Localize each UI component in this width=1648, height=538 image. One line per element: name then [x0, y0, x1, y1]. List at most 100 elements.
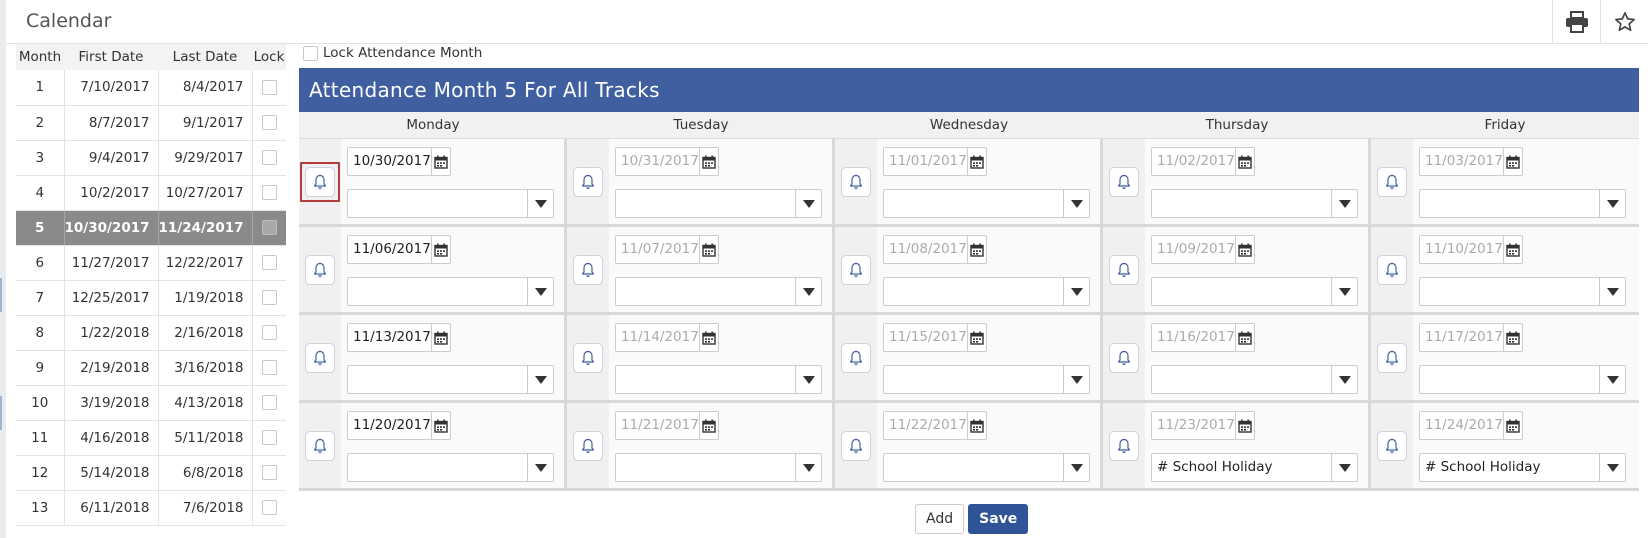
notify-button[interactable] [573, 254, 603, 285]
calendar-picker-button[interactable] [1502, 324, 1522, 351]
add-button[interactable]: Add [915, 504, 965, 534]
attendance-code-select[interactable] [1151, 365, 1358, 394]
notify-button[interactable] [841, 166, 871, 197]
date-field[interactable]: 11/02/2017 [1151, 147, 1255, 176]
month-row[interactable]: 1 7/10/2017 8/4/2017 [16, 70, 286, 106]
select-dropdown-button[interactable] [1063, 454, 1089, 481]
notify-button[interactable] [573, 430, 603, 461]
calendar-picker-button[interactable] [698, 324, 718, 351]
notify-button[interactable] [1109, 430, 1139, 461]
month-row[interactable]: 7 12/25/2017 1/19/2018 [16, 280, 286, 316]
attendance-code-select[interactable]: # School Holiday [1419, 453, 1626, 482]
date-field[interactable]: 11/22/2017 [883, 411, 987, 440]
print-button[interactable] [1552, 0, 1600, 44]
month-row[interactable]: 8 1/22/2018 2/16/2018 [16, 315, 286, 351]
date-field[interactable]: 11/10/2017 [1419, 235, 1523, 264]
calendar-picker-button[interactable] [698, 412, 718, 439]
notify-button[interactable] [1109, 166, 1139, 197]
attendance-code-select[interactable] [883, 453, 1090, 482]
notify-button[interactable] [305, 342, 335, 373]
lock-checkbox[interactable] [261, 325, 277, 340]
select-dropdown-button[interactable] [527, 278, 553, 305]
attendance-code-select[interactable]: # School Holiday [1151, 453, 1358, 482]
select-dropdown-button[interactable] [527, 366, 553, 393]
notify-button[interactable] [305, 430, 335, 461]
select-dropdown-button[interactable] [1063, 366, 1089, 393]
lock-checkbox[interactable] [261, 395, 277, 410]
date-field[interactable]: 11/21/2017 [615, 411, 719, 440]
attendance-code-select[interactable] [883, 189, 1090, 218]
select-dropdown-button[interactable] [1599, 278, 1625, 305]
lock-month-checkbox[interactable] [303, 45, 318, 61]
calendar-picker-button[interactable] [1502, 412, 1522, 439]
month-row[interactable]: 6 11/27/2017 12/22/2017 [16, 245, 286, 281]
calendar-picker-button[interactable] [430, 324, 450, 351]
calendar-picker-button[interactable] [1502, 148, 1522, 175]
notify-button[interactable] [1377, 430, 1407, 461]
select-dropdown-button[interactable] [795, 366, 821, 393]
lock-checkbox[interactable] [261, 465, 277, 480]
lock-checkbox[interactable] [261, 220, 277, 235]
select-dropdown-button[interactable] [1331, 278, 1357, 305]
date-field[interactable]: 11/17/2017 [1419, 323, 1523, 352]
month-row[interactable]: 3 9/4/2017 9/29/2017 [16, 140, 286, 176]
calendar-picker-button[interactable] [1502, 236, 1522, 263]
notify-button[interactable] [573, 342, 603, 373]
notify-button[interactable] [1377, 342, 1407, 373]
date-field[interactable]: 11/20/2017 [347, 411, 451, 440]
calendar-picker-button[interactable] [1234, 148, 1254, 175]
calendar-picker-button[interactable] [966, 324, 986, 351]
select-dropdown-button[interactable] [1599, 366, 1625, 393]
notify-button[interactable] [305, 254, 335, 285]
month-row[interactable]: 12 5/14/2018 6/8/2018 [16, 455, 286, 491]
attendance-code-select[interactable] [615, 365, 822, 394]
lock-checkbox[interactable] [261, 150, 277, 165]
month-row[interactable]: 13 6/11/2018 7/6/2018 [16, 490, 286, 526]
favorite-button[interactable] [1600, 0, 1648, 44]
notify-button[interactable] [1109, 342, 1139, 373]
lock-checkbox[interactable] [261, 115, 277, 130]
attendance-code-select[interactable] [615, 277, 822, 306]
calendar-picker-button[interactable] [430, 148, 450, 175]
select-dropdown-button[interactable] [1599, 190, 1625, 217]
attendance-code-select[interactable] [883, 365, 1090, 394]
month-row[interactable]: 9 2/19/2018 3/16/2018 [16, 350, 286, 386]
date-field[interactable]: 11/15/2017 [883, 323, 987, 352]
select-dropdown-button[interactable] [1063, 190, 1089, 217]
notify-button[interactable] [841, 342, 871, 373]
calendar-picker-button[interactable] [966, 236, 986, 263]
select-dropdown-button[interactable] [795, 454, 821, 481]
select-dropdown-button[interactable] [795, 190, 821, 217]
attendance-code-select[interactable] [347, 277, 554, 306]
month-row[interactable]: 10 3/19/2018 4/13/2018 [16, 385, 286, 421]
date-field[interactable]: 11/16/2017 [1151, 323, 1255, 352]
month-row[interactable]: 5 10/30/2017 11/24/2017 [16, 210, 286, 246]
notify-button[interactable] [305, 166, 335, 197]
lock-attendance-month[interactable]: Lock Attendance Month [303, 44, 482, 62]
notify-button[interactable] [1109, 254, 1139, 285]
select-dropdown-button[interactable] [1331, 454, 1357, 481]
date-field[interactable]: 10/30/2017 [347, 147, 451, 176]
attendance-code-select[interactable] [347, 189, 554, 218]
select-dropdown-button[interactable] [1331, 190, 1357, 217]
date-field[interactable]: 11/13/2017 [347, 323, 451, 352]
select-dropdown-button[interactable] [1331, 366, 1357, 393]
month-row[interactable]: 4 10/2/2017 10/27/2017 [16, 175, 286, 211]
select-dropdown-button[interactable] [795, 278, 821, 305]
calendar-picker-button[interactable] [698, 148, 718, 175]
calendar-picker-button[interactable] [1234, 324, 1254, 351]
select-dropdown-button[interactable] [527, 454, 553, 481]
date-field[interactable]: 11/08/2017 [883, 235, 987, 264]
notify-button[interactable] [841, 430, 871, 461]
lock-checkbox[interactable] [261, 185, 277, 200]
lock-checkbox[interactable] [261, 430, 277, 445]
attendance-code-select[interactable] [615, 453, 822, 482]
attendance-code-select[interactable] [883, 277, 1090, 306]
date-field[interactable]: 11/07/2017 [615, 235, 719, 264]
calendar-picker-button[interactable] [430, 412, 450, 439]
select-dropdown-button[interactable] [1063, 278, 1089, 305]
save-button[interactable]: Save [968, 504, 1029, 534]
month-row[interactable]: 11 4/16/2018 5/11/2018 [16, 420, 286, 456]
calendar-picker-button[interactable] [966, 412, 986, 439]
date-field[interactable]: 11/03/2017 [1419, 147, 1523, 176]
